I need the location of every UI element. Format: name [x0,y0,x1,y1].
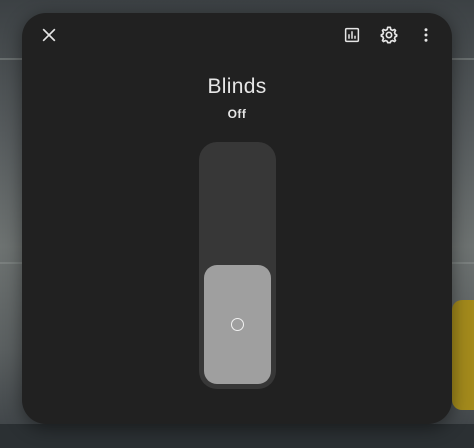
slider-fill [204,265,271,384]
close-button[interactable] [29,15,69,55]
entity-title: Blinds [207,75,267,98]
dots-vertical-icon [424,28,428,42]
history-button[interactable] [332,15,372,55]
background-object [452,300,474,410]
gear-icon [380,26,398,44]
settings-button[interactable] [369,15,409,55]
chart-box-icon [344,27,360,43]
entity-state: Off [227,107,247,121]
more-options-button[interactable] [406,15,446,55]
circle-outline-icon[interactable] [230,317,244,331]
background-floor [0,424,474,448]
close-icon [42,28,56,42]
more-info-dialog: Blinds Off [22,13,452,424]
position-slider[interactable] [199,142,276,389]
